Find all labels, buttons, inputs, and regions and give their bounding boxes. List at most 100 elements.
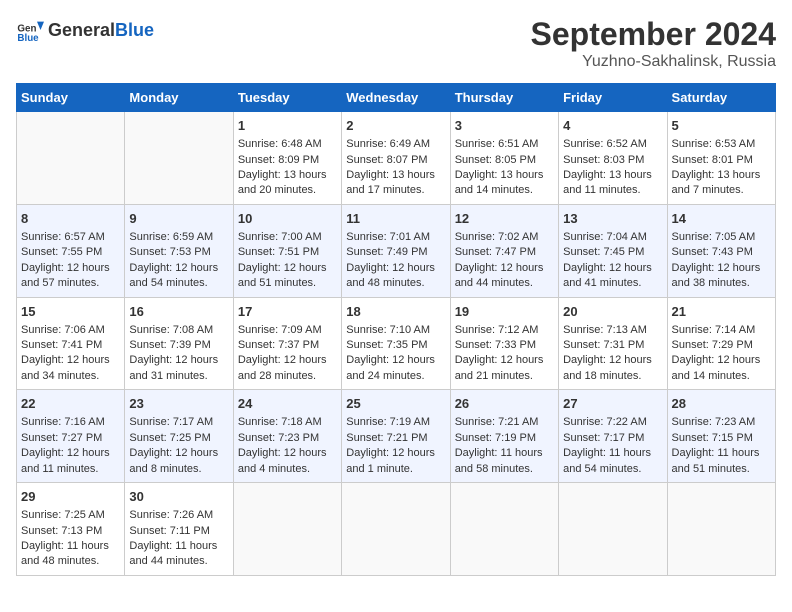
- day-info: Sunset: 7:19 PM: [455, 431, 554, 446]
- calendar-cell: 26Sunrise: 7:21 AMSunset: 7:19 PMDayligh…: [450, 390, 558, 483]
- calendar-cell: [17, 112, 125, 205]
- day-info: and 34 minutes.: [21, 369, 120, 384]
- day-info: Sunrise: 7:19 AM: [346, 415, 445, 430]
- calendar-cell: [125, 112, 233, 205]
- page-header: Gen Blue GeneralBlue September 2024 Yuzh…: [16, 16, 776, 71]
- day-info: and 58 minutes.: [455, 462, 554, 477]
- day-info: Sunrise: 7:09 AM: [238, 323, 337, 338]
- day-info: and 24 minutes.: [346, 369, 445, 384]
- calendar-cell: [450, 483, 558, 576]
- month-year: September 2024: [531, 16, 776, 53]
- day-number: 19: [455, 303, 554, 321]
- calendar-cell: 1Sunrise: 6:48 AMSunset: 8:09 PMDaylight…: [233, 112, 341, 205]
- day-info: Daylight: 13 hours: [672, 168, 771, 183]
- day-info: Sunrise: 7:18 AM: [238, 415, 337, 430]
- day-info: Sunrise: 7:16 AM: [21, 415, 120, 430]
- day-info: Sunrise: 7:14 AM: [672, 323, 771, 338]
- day-info: Sunrise: 7:26 AM: [129, 508, 228, 523]
- calendar-cell: 18Sunrise: 7:10 AMSunset: 7:35 PMDayligh…: [342, 297, 450, 390]
- day-info: and 48 minutes.: [21, 554, 120, 569]
- calendar-cell: [342, 483, 450, 576]
- calendar-cell: 27Sunrise: 7:22 AMSunset: 7:17 PMDayligh…: [559, 390, 667, 483]
- calendar-cell: [233, 483, 341, 576]
- day-number: 2: [346, 117, 445, 135]
- day-info: Daylight: 12 hours: [346, 446, 445, 461]
- day-info: Sunrise: 6:48 AM: [238, 137, 337, 152]
- day-info: Daylight: 11 hours: [21, 539, 120, 554]
- calendar-cell: 16Sunrise: 7:08 AMSunset: 7:39 PMDayligh…: [125, 297, 233, 390]
- day-number: 21: [672, 303, 771, 321]
- day-info: Sunrise: 7:21 AM: [455, 415, 554, 430]
- day-info: Daylight: 11 hours: [672, 446, 771, 461]
- day-number: 18: [346, 303, 445, 321]
- day-info: Sunset: 7:39 PM: [129, 338, 228, 353]
- day-info: Daylight: 12 hours: [21, 261, 120, 276]
- day-info: Daylight: 12 hours: [238, 261, 337, 276]
- day-info: Sunset: 7:47 PM: [455, 245, 554, 260]
- day-info: Sunset: 7:23 PM: [238, 431, 337, 446]
- day-info: and 44 minutes.: [129, 554, 228, 569]
- day-info: Daylight: 12 hours: [129, 446, 228, 461]
- day-number: 26: [455, 395, 554, 413]
- calendar-cell: 8Sunrise: 6:57 AMSunset: 7:55 PMDaylight…: [17, 204, 125, 297]
- day-info: Sunrise: 6:59 AM: [129, 230, 228, 245]
- day-info: and 1 minute.: [346, 462, 445, 477]
- calendar-cell: 23Sunrise: 7:17 AMSunset: 7:25 PMDayligh…: [125, 390, 233, 483]
- day-number: 9: [129, 210, 228, 228]
- day-info: and 4 minutes.: [238, 462, 337, 477]
- day-info: Sunset: 7:49 PM: [346, 245, 445, 260]
- day-number: 3: [455, 117, 554, 135]
- day-info: Sunset: 7:55 PM: [21, 245, 120, 260]
- calendar-cell: 29Sunrise: 7:25 AMSunset: 7:13 PMDayligh…: [17, 483, 125, 576]
- day-info: Daylight: 12 hours: [21, 446, 120, 461]
- day-info: and 51 minutes.: [238, 276, 337, 291]
- day-number: 16: [129, 303, 228, 321]
- day-info: Daylight: 12 hours: [346, 261, 445, 276]
- calendar-cell: 4Sunrise: 6:52 AMSunset: 8:03 PMDaylight…: [559, 112, 667, 205]
- day-info: Daylight: 12 hours: [672, 353, 771, 368]
- day-info: Sunset: 7:41 PM: [21, 338, 120, 353]
- day-info: Sunrise: 6:49 AM: [346, 137, 445, 152]
- day-info: Sunrise: 7:06 AM: [21, 323, 120, 338]
- calendar-cell: [667, 483, 775, 576]
- day-number: 23: [129, 395, 228, 413]
- day-info: Sunset: 7:15 PM: [672, 431, 771, 446]
- day-info: Daylight: 12 hours: [21, 353, 120, 368]
- logo: Gen Blue GeneralBlue: [16, 16, 154, 44]
- day-info: and 28 minutes.: [238, 369, 337, 384]
- day-info: Sunrise: 7:00 AM: [238, 230, 337, 245]
- day-info: and 20 minutes.: [238, 183, 337, 198]
- day-info: and 54 minutes.: [563, 462, 662, 477]
- day-info: and 8 minutes.: [129, 462, 228, 477]
- calendar-cell: 28Sunrise: 7:23 AMSunset: 7:15 PMDayligh…: [667, 390, 775, 483]
- calendar-cell: 25 Sunrise: 7:19 AMSunset: 7:21 PMDayligh…: [342, 390, 450, 483]
- day-info: and 17 minutes.: [346, 183, 445, 198]
- day-info: and 57 minutes.: [21, 276, 120, 291]
- day-info: Sunset: 7:21 PM: [346, 431, 445, 446]
- day-info: and 7 minutes.: [672, 183, 771, 198]
- calendar-header: SundayMondayTuesdayWednesdayThursdayFrid…: [17, 84, 776, 112]
- location: Yuzhno-Sakhalinsk, Russia: [531, 53, 776, 71]
- calendar-cell: 2Sunrise: 6:49 AMSunset: 8:07 PMDaylight…: [342, 112, 450, 205]
- day-number: 25: [346, 395, 445, 413]
- day-info: and 14 minutes.: [455, 183, 554, 198]
- day-info: Sunrise: 7:08 AM: [129, 323, 228, 338]
- day-number: 29: [21, 488, 120, 506]
- day-info: Sunset: 7:37 PM: [238, 338, 337, 353]
- day-info: and 48 minutes.: [346, 276, 445, 291]
- day-info: Daylight: 12 hours: [129, 261, 228, 276]
- day-info: Daylight: 13 hours: [455, 168, 554, 183]
- logo-general: General: [48, 20, 115, 40]
- calendar-cell: 17Sunrise: 7:09 AMSunset: 7:37 PMDayligh…: [233, 297, 341, 390]
- day-info: Daylight: 12 hours: [238, 353, 337, 368]
- day-number: 24: [238, 395, 337, 413]
- day-info: Daylight: 12 hours: [346, 353, 445, 368]
- calendar-row: 22Sunrise: 7:16 AMSunset: 7:27 PMDayligh…: [17, 390, 776, 483]
- day-info: Sunset: 8:09 PM: [238, 153, 337, 168]
- col-header-saturday: Saturday: [667, 84, 775, 112]
- day-info: Sunrise: 7:12 AM: [455, 323, 554, 338]
- day-info: Sunset: 7:29 PM: [672, 338, 771, 353]
- calendar-cell: 11Sunrise: 7:01 AMSunset: 7:49 PMDayligh…: [342, 204, 450, 297]
- day-info: and 54 minutes.: [129, 276, 228, 291]
- logo-blue: Blue: [115, 20, 154, 40]
